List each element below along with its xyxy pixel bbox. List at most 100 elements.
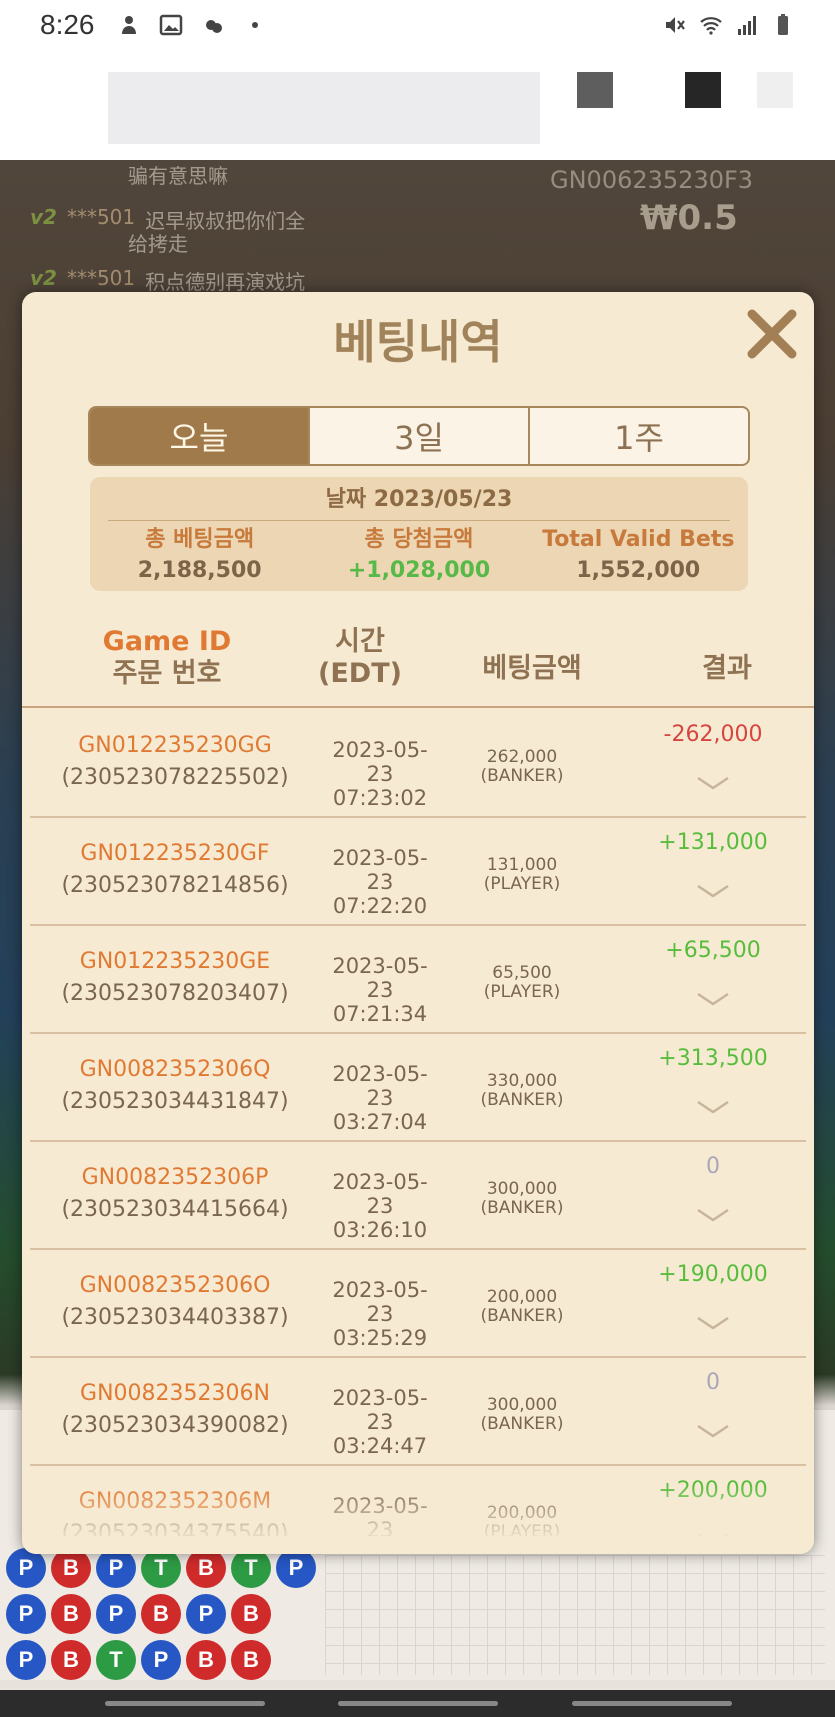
bet-result: 0 — [706, 1370, 720, 1395]
order-number: (230523034431847) — [61, 1089, 289, 1114]
chat-user: ***501 — [66, 205, 136, 229]
bet-list[interactable]: GN012235230GG (230523078225502) 2023-05-23… — [30, 710, 806, 1536]
summary-value: 2,188,500 — [137, 558, 262, 583]
bet-amount-value: 65,500 — [492, 963, 552, 983]
chevron-down-icon[interactable] — [696, 884, 730, 898]
bead-road-cell: P — [96, 1548, 136, 1588]
chevron-down-icon[interactable] — [696, 1208, 730, 1222]
chevron-down-icon[interactable] — [696, 1316, 730, 1330]
bet-row[interactable]: GN012235230GG (230523078225502) 2023-05-23… — [30, 710, 806, 818]
bead-road-cell: P — [6, 1548, 46, 1588]
bet-amount: 131,000 (PLAYER) — [442, 856, 602, 894]
bet-clock: 07:22:20 — [332, 894, 428, 918]
menu-icon[interactable] — [685, 72, 721, 108]
bead-road-cell: P — [96, 1594, 136, 1634]
chat-user: ***501 — [66, 266, 136, 290]
order-number: (230523034415664) — [61, 1197, 289, 1222]
bead-road-cell: B — [51, 1640, 91, 1680]
bet-time: 2023-05-23 07:23:02 — [320, 738, 440, 810]
summary-label: 총 당첨금액 — [364, 527, 474, 552]
bet-ids: GN0082352306O (230523034403387) — [30, 1270, 320, 1334]
summary-valid-bets: Total Valid Bets 1,552,000 — [529, 525, 748, 587]
game-id: GN012235230GF — [80, 841, 270, 866]
tab-today[interactable]: 오늘 — [90, 408, 308, 464]
bet-amount-value: 330,000 — [486, 1071, 558, 1091]
bet-time: 2023-05-23 07:21:34 — [320, 954, 440, 1026]
bet-result: +65,500 — [665, 938, 761, 963]
bet-date: 2023-05-23 — [332, 1062, 428, 1110]
bead-road-cell: B — [51, 1594, 91, 1634]
bead-road-cell: T — [96, 1640, 136, 1680]
game-id: GN012235230GG — [78, 733, 272, 758]
summary-total-win: 총 당첨금액 +1,028,000 — [309, 525, 528, 587]
bet-amount-value: 200,000 — [486, 1287, 558, 1307]
bet-side: (BANKER) — [480, 766, 564, 786]
chat-message: 骗有意思嘛 — [128, 160, 228, 189]
bet-row[interactable]: GN0082352306P (230523034415664) 2023-05-23… — [30, 1142, 806, 1250]
signal-icon — [738, 16, 756, 35]
bet-date: 2023-05-23 — [332, 846, 428, 894]
bet-time: 2023-05-23 03:25:29 — [320, 1278, 440, 1350]
bet-amount-value: 200,000 — [486, 1503, 558, 1523]
address-bar[interactable] — [108, 72, 540, 144]
bet-row[interactable]: GN0082352306O (230523034403387) 2023-05-23… — [30, 1250, 806, 1358]
bet-side: (BANKER) — [480, 1414, 564, 1434]
chevron-down-icon[interactable] — [696, 1532, 730, 1536]
tab-3-days[interactable]: 3일 — [308, 408, 528, 464]
bet-result: +200,000 — [658, 1478, 768, 1503]
bet-result: +131,000 — [658, 830, 768, 855]
bet-date: 2023-05-23 — [332, 954, 428, 1002]
nav-recent[interactable] — [105, 1701, 265, 1706]
bet-clock: 03:26:10 — [332, 1218, 428, 1242]
bet-result: -262,000 — [663, 722, 763, 747]
battery-icon — [778, 14, 788, 35]
bead-road-cell: P — [6, 1640, 46, 1680]
image-icon — [159, 14, 182, 36]
status-bar: 8:26 — [0, 0, 835, 50]
dot-icon — [251, 22, 258, 28]
tab-1-week[interactable]: 1주 — [528, 408, 748, 464]
nav-back[interactable] — [572, 1701, 732, 1706]
bet-row[interactable]: GN012235230GE (230523078203407) 2023-05-23… — [30, 926, 806, 1034]
bet-row[interactable]: GN012235230GF (230523078214856) 2023-05-23… — [30, 818, 806, 926]
status-time: 8:26 — [40, 9, 95, 40]
bead-road-cell: B — [51, 1548, 91, 1588]
vip-badge: v2 — [30, 266, 57, 290]
chevron-down-icon[interactable] — [696, 992, 730, 1006]
bet-ids: GN012235230GG (230523078225502) — [30, 730, 320, 794]
bet-time: 2023-05-23 03:26:10 — [320, 1170, 440, 1242]
chat-message: v2 ***501 积点德别再演戏坑 — [30, 266, 305, 295]
status-right-icons — [663, 13, 795, 37]
bet-amount-value: 131,000 — [486, 855, 558, 875]
summary-panel: 날짜 2023/05/23 총 베팅금액 2,188,500 총 당첨금액 +1… — [90, 477, 748, 591]
bet-row[interactable]: GN0082352306Q (230523034431847) 2023-05-23… — [30, 1034, 806, 1142]
bet-side: (PLAYER) — [483, 874, 561, 894]
chevron-down-icon[interactable] — [696, 1424, 730, 1438]
bead-road-cell: B — [231, 1640, 271, 1680]
bet-clock: 03:27:04 — [332, 1110, 428, 1134]
bet-row[interactable]: GN0082352306N (230523034390082) 2023-05-23… — [30, 1358, 806, 1466]
bet-amount: 262,000 (BANKER) — [442, 748, 602, 786]
column-result: 결과 — [702, 653, 752, 684]
bet-clock: 03:24:47 — [332, 1434, 428, 1458]
nav-home[interactable] — [338, 1701, 498, 1706]
big-road-grid — [325, 1555, 825, 1675]
bet-side: (PLAYER) — [483, 982, 561, 1002]
chat-message: 给拷走 — [128, 228, 188, 257]
more-icon[interactable] — [757, 72, 793, 108]
chevron-down-icon[interactable] — [696, 776, 730, 790]
bead-road-cell: B — [186, 1640, 226, 1680]
close-button[interactable] — [742, 304, 802, 364]
bead-road-cell: P — [6, 1594, 46, 1634]
wifi-icon — [700, 17, 722, 35]
bet-amount: 200,000 (PLAYER) — [442, 1503, 602, 1537]
tab-switcher-icon[interactable] — [577, 72, 613, 108]
bet-amount-value: 300,000 — [486, 1395, 558, 1415]
system-nav-bar — [0, 1690, 835, 1717]
bet-row[interactable]: GN0082352306M (230523034375540) 2023-05-23… — [30, 1466, 806, 1536]
order-number: (230523078214856) — [61, 873, 289, 898]
chevron-down-icon[interactable] — [696, 1100, 730, 1114]
column-order-no-label: 주문 번호 — [112, 658, 222, 689]
mute-icon — [666, 17, 685, 33]
status-left-icons — [117, 13, 267, 37]
